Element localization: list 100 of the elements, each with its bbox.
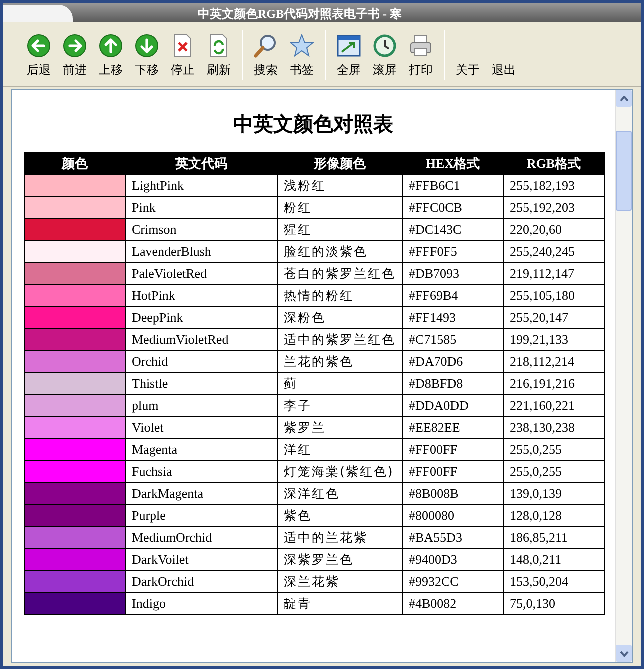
- table-cell: 深紫罗兰色: [278, 548, 402, 570]
- clock-icon: [373, 34, 397, 58]
- table-cell: #9400D3: [402, 548, 504, 570]
- column-header: RGB格式: [526, 156, 582, 171]
- table-cell: Violet: [126, 416, 278, 438]
- toolbar-button[interactable]: 前进: [57, 29, 93, 81]
- table-cell: 蓟: [278, 372, 402, 394]
- table-cell: 适中的兰花紫: [278, 526, 402, 548]
- table-cell: #800080: [402, 504, 504, 526]
- table-cell: #FF00FF: [402, 460, 504, 482]
- table-cell: 靛青: [278, 592, 402, 614]
- search-icon: [254, 34, 278, 58]
- table-cell: 适中的紫罗兰红色: [278, 328, 402, 350]
- toolbar-button[interactable]: 后退: [21, 29, 57, 81]
- table-cell: 186,85,211: [504, 526, 604, 548]
- toolbar-button[interactable]: 打印: [403, 29, 439, 81]
- table-cell: 李子: [278, 394, 402, 416]
- table-cell: Orchid: [126, 350, 278, 372]
- table-cell: 255,105,180: [504, 284, 604, 306]
- toolbar-button[interactable]: 搜索: [248, 29, 284, 81]
- table-cell: Purple: [126, 504, 278, 526]
- table-cell: 128,0,128: [504, 504, 604, 526]
- table-cell: 255,20,147: [504, 306, 604, 328]
- table-cell: MediumOrchid: [126, 526, 278, 548]
- window-title: 中英文颜色RGB代码对照表电子书 - 寒: [198, 6, 402, 23]
- table-cell: 兰花的紫色: [278, 350, 402, 372]
- table-cell: 紫色: [278, 504, 402, 526]
- table-cell: #FFC0CB: [402, 196, 504, 218]
- toolbar-button[interactable]: 滚屏: [367, 29, 403, 81]
- table-cell: #DB7093: [402, 262, 504, 284]
- star-icon: [290, 34, 314, 58]
- table-cell: DarkVoilet: [126, 548, 278, 570]
- table-cell: #C71585: [402, 328, 504, 350]
- table-cell: 221,160,221: [504, 394, 604, 416]
- table-cell: 深粉色: [278, 306, 402, 328]
- table-cell: #4B0082: [402, 592, 504, 614]
- table-cell: HotPink: [126, 284, 278, 306]
- table-cell: #BA55D3: [402, 526, 504, 548]
- table-cell: #FF69B4: [402, 284, 504, 306]
- table-cell: 脸红的淡紫色: [278, 240, 402, 262]
- table-cell: 199,21,133: [504, 328, 604, 350]
- table-cell: Indigo: [126, 592, 278, 614]
- table-cell: DeepPink: [126, 306, 278, 328]
- stop-document-icon: [173, 34, 193, 58]
- scroll-thumb[interactable]: [616, 131, 632, 211]
- table-cell: #8B008B: [402, 482, 504, 504]
- table-cell: Thistle: [126, 372, 278, 394]
- refresh-document-icon: [209, 34, 229, 58]
- table-cell: DarkMagenta: [126, 482, 278, 504]
- table-cell: 220,20,60: [504, 218, 604, 240]
- table-cell: 洋红: [278, 438, 402, 460]
- table-cell: 猩红: [278, 218, 402, 240]
- table-cell: 苍白的紫罗兰红色: [278, 262, 402, 284]
- table-cell: 216,191,216: [504, 372, 604, 394]
- table-cell: 219,112,147: [504, 262, 604, 284]
- table-cell: 75,0,130: [504, 592, 604, 614]
- printer-icon: [409, 34, 433, 58]
- table-cell: plum: [126, 394, 278, 416]
- table-cell: #FFB6C1: [402, 174, 504, 196]
- table-cell: #FF00FF: [402, 438, 504, 460]
- column-header: HEX格式: [426, 156, 480, 171]
- table-cell: #EE82EE: [402, 416, 504, 438]
- table-cell: #FFF0F5: [402, 240, 504, 262]
- fullscreen-window-icon: [337, 35, 361, 57]
- table-cell: 浅粉红: [278, 174, 402, 196]
- toolbar-button[interactable]: 刷新: [201, 29, 237, 81]
- table-cell: 深兰花紫: [278, 570, 402, 592]
- toolbar-button[interactable]: 上移: [93, 29, 129, 81]
- table-cell: 238,130,238: [504, 416, 604, 438]
- table-cell: #D8BFD8: [402, 372, 504, 394]
- table-cell: 灯笼海棠(紫红色): [278, 460, 402, 482]
- table-cell: 218,112,214: [504, 350, 604, 372]
- table-cell: 紫罗兰: [278, 416, 402, 438]
- toolbar-button[interactable]: 关于: [450, 29, 486, 81]
- toolbar-button[interactable]: 停止: [165, 29, 201, 81]
- table-cell: 255,192,203: [504, 196, 604, 218]
- column-header: 英文代码: [176, 156, 228, 171]
- table-cell: PaleVioletRed: [126, 262, 278, 284]
- table-cell: #DDA0DD: [402, 394, 504, 416]
- page-heading: 中英文颜色对照表: [232, 112, 394, 138]
- toolbar-button[interactable]: 全屏: [331, 29, 367, 81]
- toolbar-button[interactable]: 退出: [486, 29, 522, 81]
- table-cell: 255,182,193: [504, 174, 604, 196]
- table-cell: #DC143C: [402, 218, 504, 240]
- scroll-down-icon[interactable]: [616, 645, 632, 662]
- table-cell: #DA70D6: [402, 350, 504, 372]
- table-cell: 粉红: [278, 196, 402, 218]
- table-cell: 148,0,211: [504, 548, 604, 570]
- table-cell: 深洋红色: [278, 482, 402, 504]
- table-cell: LavenderBlush: [126, 240, 278, 262]
- table-cell: 255,240,245: [504, 240, 604, 262]
- table-cell: 255,0,255: [504, 438, 604, 460]
- toolbar-button[interactable]: 下移: [129, 29, 165, 81]
- scroll-up-icon[interactable]: [616, 90, 632, 107]
- scrollbar[interactable]: [615, 90, 632, 662]
- table-cell: #9932CC: [402, 570, 504, 592]
- toolbar-button[interactable]: 书签: [284, 29, 320, 81]
- table-cell: 255,0,255: [504, 460, 604, 482]
- table-cell: Pink: [126, 196, 278, 218]
- table-cell: 热情的粉红: [278, 284, 402, 306]
